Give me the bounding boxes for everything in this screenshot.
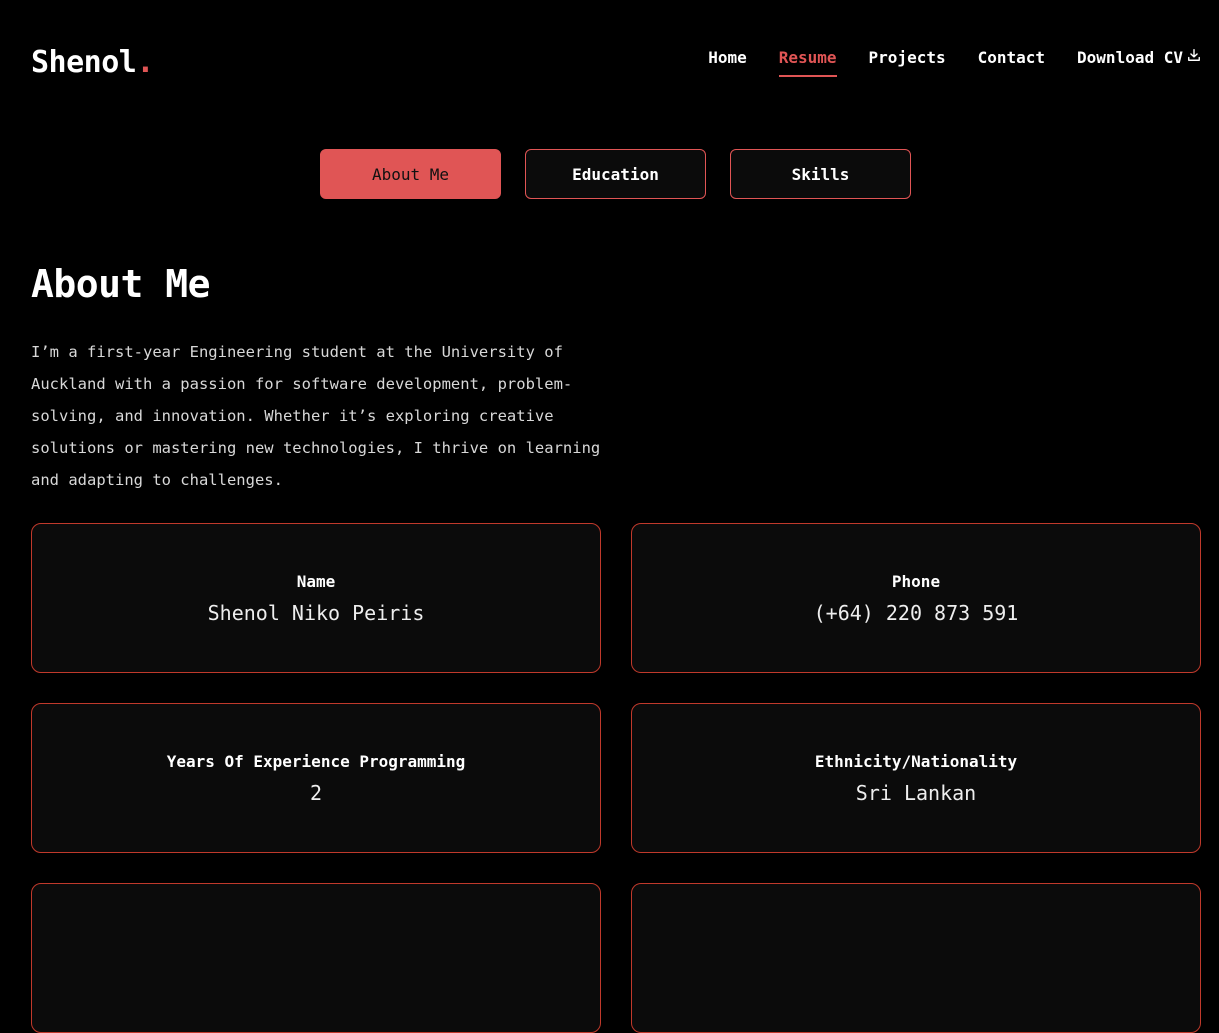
info-card-nationality: Ethnicity/Nationality Sri Lankan — [631, 703, 1201, 853]
site-header: Shenol. Home Resume Projects Contact Dow… — [31, 40, 1201, 84]
info-card-label: Phone — [891, 571, 941, 591]
logo[interactable]: Shenol. — [31, 45, 154, 80]
info-card-value: (+64) 220 873 591 — [813, 600, 1019, 625]
info-card-partial — [31, 883, 601, 1033]
info-card-name: Name Shenol Niko Peiris — [31, 523, 601, 673]
nav-projects-link[interactable]: Projects — [869, 48, 946, 71]
info-card-value: Sri Lankan — [855, 780, 977, 805]
info-card-phone: Phone (+64) 220 873 591 — [631, 523, 1201, 673]
nav-resume-link[interactable]: Resume — [778, 48, 837, 77]
info-card-value: Shenol Niko Peiris — [207, 600, 425, 625]
info-card-grid: Name Shenol Niko Peiris Phone (+64) 220 … — [31, 523, 1201, 1033]
main-nav: Home Resume Projects Contact Download CV — [708, 48, 1201, 77]
tab-about-me[interactable]: About Me — [320, 149, 501, 199]
nav-contact-link[interactable]: Contact — [978, 48, 1045, 71]
info-card-label: Years Of Experience Programming — [166, 751, 466, 771]
download-cv-label: Download CV — [1077, 47, 1183, 67]
logo-dot: . — [136, 44, 154, 80]
about-intro: I’m a first-year Engineering student at … — [31, 343, 601, 489]
nav-home-link[interactable]: Home — [708, 48, 747, 71]
tab-education[interactable]: Education — [525, 149, 706, 199]
download-icon — [1188, 49, 1200, 61]
resume-tabs: About Me Education Skills — [320, 149, 911, 199]
section-title: About Me — [31, 262, 211, 306]
tab-skills[interactable]: Skills — [730, 149, 911, 199]
logo-text: Shenol — [31, 44, 137, 80]
info-card-value: 2 — [309, 780, 323, 805]
download-cv-link[interactable]: Download CV — [1077, 48, 1201, 71]
info-card-partial — [631, 883, 1201, 1033]
info-card-experience: Years Of Experience Programming 2 — [31, 703, 601, 853]
info-card-label: Ethnicity/Nationality — [814, 751, 1018, 771]
info-card-label: Name — [296, 571, 336, 591]
